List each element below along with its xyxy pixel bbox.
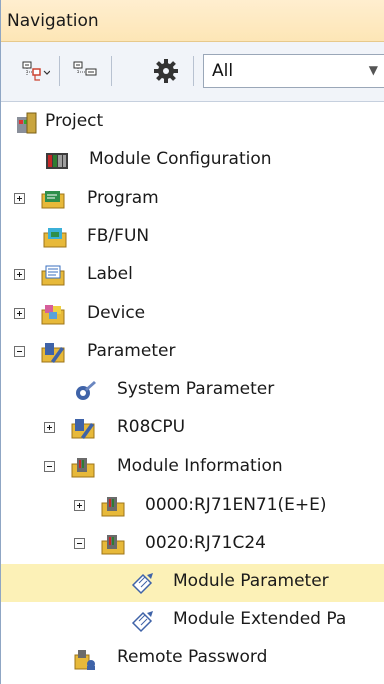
- collapse-tree-icon: [73, 61, 97, 76]
- expand-toggle-icon[interactable]: [44, 422, 55, 433]
- collapse-toggle-icon[interactable]: [14, 346, 25, 357]
- expand-toggle-icon[interactable]: [14, 269, 25, 280]
- filter-value: All: [212, 61, 234, 81]
- navigation-window: Navigation All ▼ Project Module Configur…: [0, 0, 384, 684]
- collapse-toggle-icon[interactable]: [74, 538, 85, 549]
- tree-item-label: Module Parameter: [173, 571, 329, 591]
- window-title: Navigation: [7, 11, 99, 31]
- tree-item-label: Module Extended Pa: [173, 609, 347, 629]
- tree-item-label: Device: [87, 303, 146, 323]
- tree-item-fb-fun[interactable]: FB/FUN: [1, 219, 384, 257]
- tree-item-device[interactable]: Device: [1, 296, 384, 334]
- program-folder-icon: [41, 191, 65, 209]
- tree-item-module-configuration[interactable]: Module Configuration: [1, 142, 384, 180]
- device-folder-icon: [41, 305, 65, 325]
- tree-item-label: Project: [45, 111, 104, 131]
- toolbar-separator: [59, 56, 60, 86]
- tree-item-label: Parameter: [87, 341, 176, 361]
- remote-password-icon: [74, 650, 95, 670]
- tree-item-module-extended-parameter[interactable]: Module Extended Pa: [1, 602, 384, 640]
- module-extended-parameter-icon: [131, 611, 153, 633]
- settings-gear-icon: [154, 59, 178, 83]
- filter-select[interactable]: All ▼: [203, 54, 384, 88]
- expand-toggle-icon[interactable]: [14, 193, 25, 204]
- fb-fun-folder-icon: [43, 228, 67, 248]
- tree-item-label: Module Configuration: [89, 149, 272, 169]
- project-icon: [17, 112, 37, 134]
- tree-item-project[interactable]: Project: [1, 104, 384, 142]
- navigation-toolbar: All ▼: [1, 42, 384, 102]
- tree-item-label: R08CPU: [117, 417, 186, 437]
- cpu-parameter-icon: [71, 419, 95, 439]
- label-folder-icon: [41, 265, 65, 286]
- collapse-tree-button[interactable]: [69, 54, 103, 88]
- toolbar-separator: [111, 56, 112, 86]
- tree-item-r08cpu[interactable]: R08CPU: [1, 410, 384, 448]
- expand-toggle-icon[interactable]: [14, 308, 25, 319]
- module-icon: [101, 497, 125, 517]
- expand-toggle-icon[interactable]: [74, 500, 85, 511]
- tree-item-module-0020[interactable]: 0020:RJ71C24: [1, 526, 384, 564]
- expand-tree-button[interactable]: [19, 54, 53, 88]
- settings-button[interactable]: [149, 54, 183, 88]
- system-parameter-icon: [76, 381, 96, 400]
- tree-item-program[interactable]: Program: [1, 181, 384, 219]
- module-parameter-icon: [131, 573, 153, 595]
- tree-item-remote-password[interactable]: Remote Password: [1, 640, 384, 678]
- tree-item-label: 0000:RJ71EN71(E+E): [145, 495, 327, 515]
- toolbar-separator: [193, 56, 194, 86]
- tree-item-module-parameter[interactable]: Module Parameter: [1, 564, 384, 602]
- tree-item-module-information[interactable]: Module Information: [1, 449, 384, 487]
- tree-item-parameter[interactable]: Parameter: [1, 334, 384, 372]
- module-information-icon: [71, 458, 95, 478]
- tree-item-label: Program: [87, 188, 159, 208]
- navigation-titlebar: Navigation: [1, 0, 384, 42]
- tree-item-label: Module Information: [117, 456, 283, 476]
- tree-item-label: 0020:RJ71C24: [145, 533, 266, 553]
- module-icon: [101, 535, 125, 555]
- expand-tree-icon: [22, 61, 50, 81]
- tree-item-label[interactable]: Label: [1, 257, 384, 295]
- parameter-folder-icon: [41, 343, 65, 363]
- tree-item-label: Remote Password: [117, 647, 268, 667]
- chevron-down-icon[interactable]: ▼: [369, 63, 378, 77]
- module-configuration-icon: [46, 153, 68, 169]
- tree-item-system-parameter[interactable]: System Parameter: [1, 372, 384, 410]
- collapse-toggle-icon[interactable]: [44, 461, 55, 472]
- tree-item-label: Label: [87, 264, 133, 284]
- tree-item-module-0000[interactable]: 0000:RJ71EN71(E+E): [1, 488, 384, 526]
- tree-item-label: System Parameter: [117, 379, 275, 399]
- tree-item-label: FB/FUN: [87, 226, 150, 246]
